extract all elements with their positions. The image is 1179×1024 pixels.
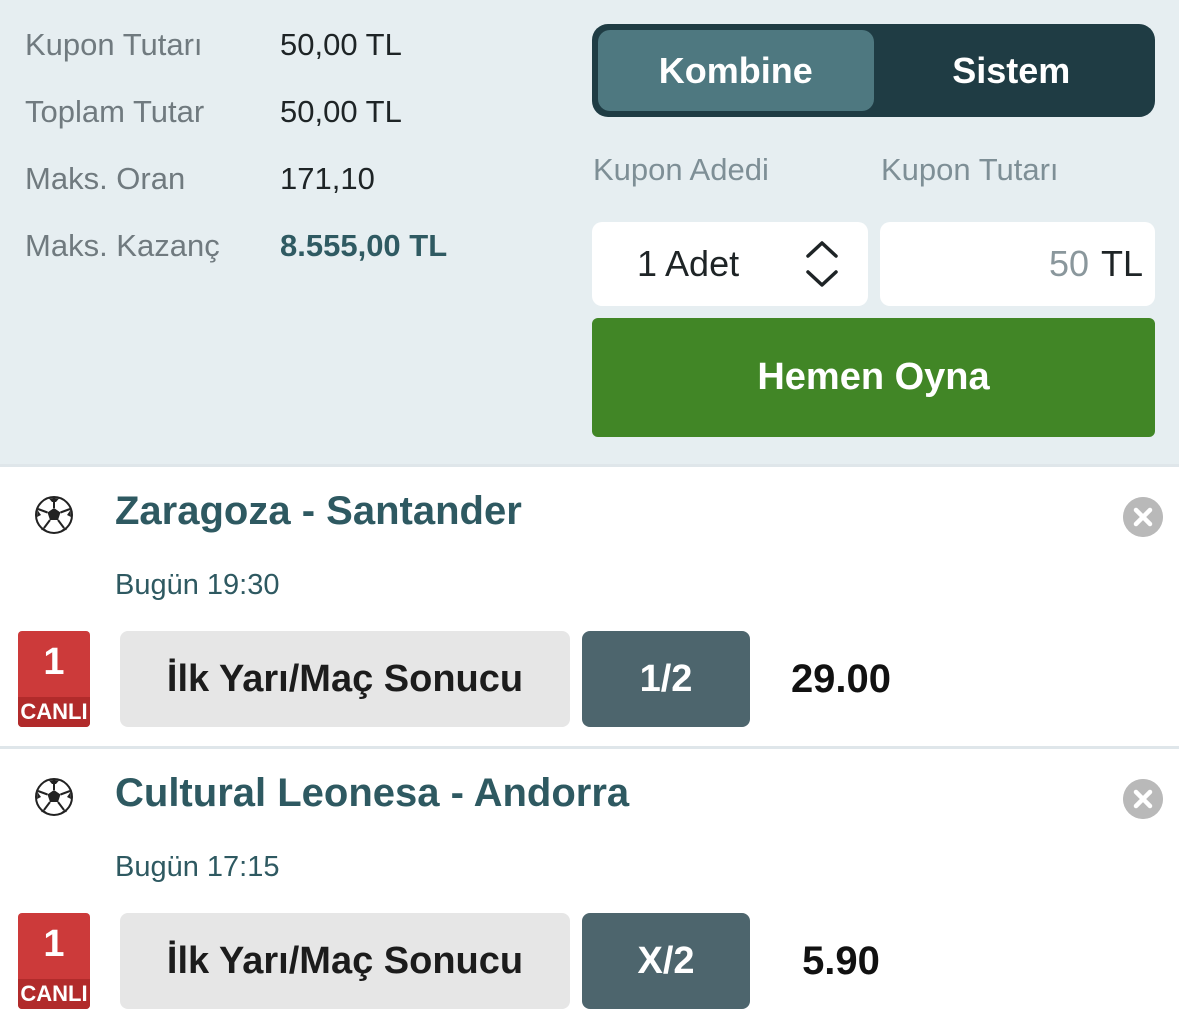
bet-type-toggle: Kombine Sistem <box>592 24 1155 117</box>
summary-row-max-win: Maks. Kazanç 8.555,00 TL <box>25 221 447 271</box>
summary-value: 171,10 <box>280 161 375 196</box>
summary-label: Toplam Tutar <box>25 94 205 129</box>
summary-label: Kupon Tutarı <box>25 27 203 62</box>
coupon-amount-value: 50 <box>1048 243 1089 284</box>
odds-value: 29.00 <box>790 656 892 701</box>
close-circle-icon[interactable] <box>1123 497 1163 537</box>
coupon-count-value: 1 Adet <box>637 243 740 284</box>
live-badge-number: 1 <box>43 923 65 965</box>
live-badge: 1 CANLI <box>18 631 90 727</box>
bet-item: Cultural Leonesa - Andorra Bugün 17:15 1… <box>0 749 1179 1024</box>
coupon-count-select[interactable]: 1 Adet <box>592 222 868 306</box>
coupon-count-label: Kupon Adedi <box>593 152 769 187</box>
summary-row-max-odds: Maks. Oran 171,10 <box>25 154 375 204</box>
summary-value: 50,00 TL <box>280 94 402 129</box>
odds-value: 5.90 <box>802 938 880 983</box>
coupon-summary-panel: Kupon Tutarı 50,00 TL Toplam Tutar 50,00… <box>0 0 1179 464</box>
summary-row-coupon-amount: Kupon Tutarı 50,00 TL <box>25 20 402 70</box>
live-badge-label: CANLI <box>18 697 90 727</box>
currency-unit: TL <box>1100 243 1143 284</box>
live-badge: 1 CANLI <box>18 913 90 1009</box>
match-title: Cultural Leonesa - Andorra <box>115 771 630 815</box>
match-time: Bugün 17:15 <box>115 851 280 883</box>
play-now-button[interactable]: Hemen Oyna <box>592 318 1155 437</box>
match-time: Bugün 19:30 <box>115 569 280 601</box>
bet-item: Zaragoza - Santander Bugün 19:30 1 CANLI… <box>0 467 1179 749</box>
chevron-up-down-icon[interactable] <box>804 238 840 290</box>
market-name: İlk Yarı/Maç Sonucu <box>120 913 570 1009</box>
live-badge-label: CANLI <box>18 979 90 1009</box>
selection-pick: X/2 <box>582 913 750 1009</box>
tab-sistem[interactable]: Sistem <box>874 30 1150 111</box>
match-title: Zaragoza - Santander <box>115 489 522 533</box>
selection-pick: 1/2 <box>582 631 750 727</box>
coupon-amount-label: Kupon Tutarı <box>881 152 1059 187</box>
summary-label: Maks. Oran <box>25 161 186 196</box>
tab-kombine[interactable]: Kombine <box>598 30 874 111</box>
soccer-ball-icon <box>35 496 73 534</box>
summary-label: Maks. Kazanç <box>25 228 220 263</box>
max-win-value: 8.555,00 TL <box>280 228 448 263</box>
coupon-amount-input[interactable]: 50 TL <box>880 222 1155 306</box>
summary-row-total-amount: Toplam Tutar 50,00 TL <box>25 87 402 137</box>
live-badge-number: 1 <box>43 641 65 683</box>
market-name: İlk Yarı/Maç Sonucu <box>120 631 570 727</box>
summary-value: 50,00 TL <box>280 27 402 62</box>
close-circle-icon[interactable] <box>1123 779 1163 819</box>
soccer-ball-icon <box>35 778 73 816</box>
